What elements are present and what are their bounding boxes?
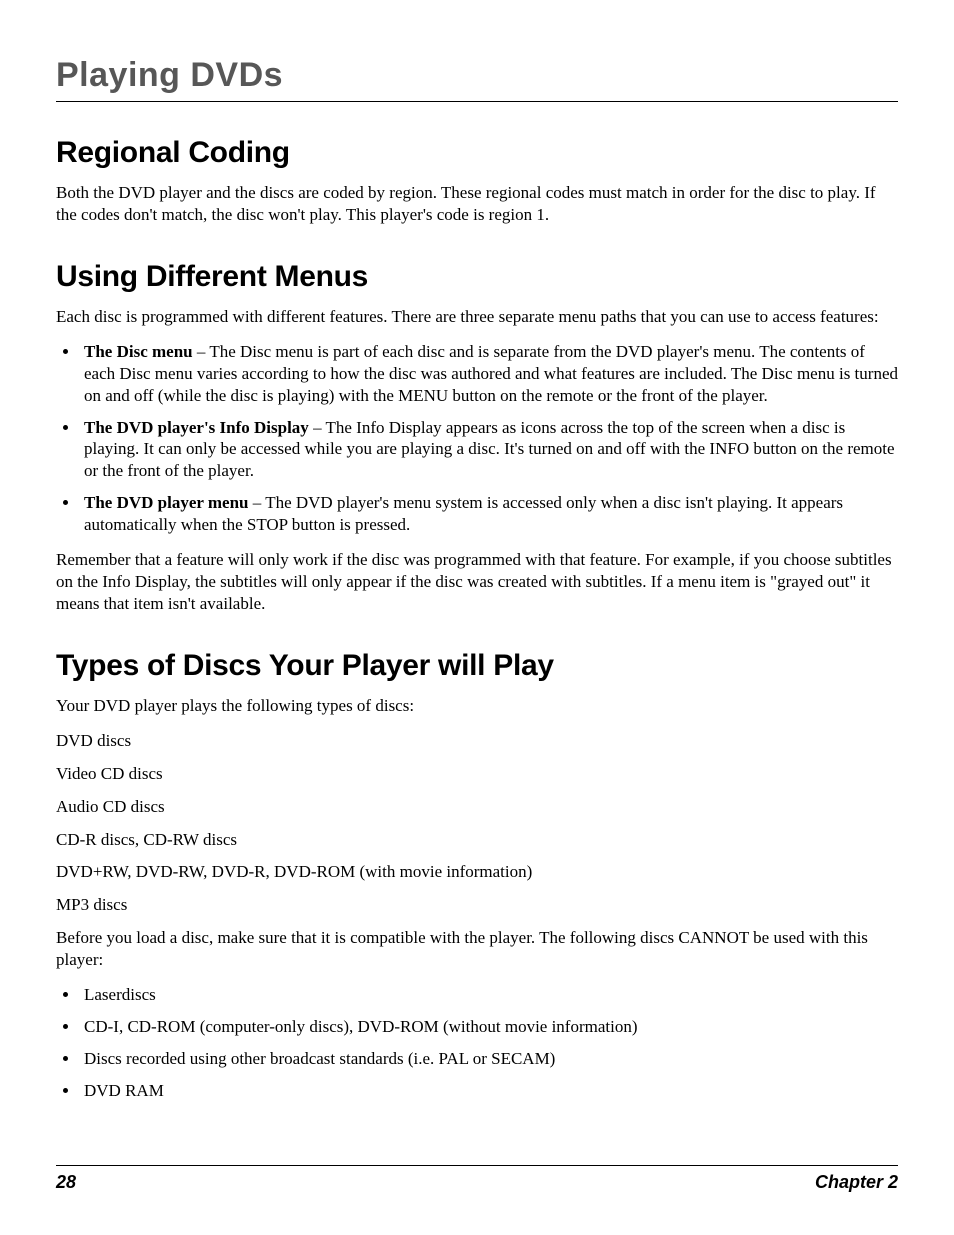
- section-heading-menus: Using Different Menus: [56, 260, 898, 294]
- section-heading-types: Types of Discs Your Player will Play: [56, 649, 898, 683]
- menus-item-lead: The Disc menu: [84, 342, 193, 361]
- menus-list: The Disc menu – The Disc menu is part of…: [56, 341, 898, 535]
- page: Playing DVDs Regional Coding Both the DV…: [0, 0, 954, 1235]
- page-number: 28: [56, 1172, 76, 1193]
- compatible-item: DVD discs: [56, 730, 898, 752]
- menus-item: The DVD player menu – The DVD player's m…: [80, 492, 898, 536]
- regional-body: Both the DVD player and the discs are co…: [56, 182, 898, 226]
- section-heading-regional: Regional Coding: [56, 136, 898, 170]
- menus-item-lead: The DVD player's Info Display: [84, 418, 309, 437]
- types-intro: Your DVD player plays the following type…: [56, 695, 898, 717]
- incompat-item: CD-I, CD-ROM (computer-only discs), DVD-…: [80, 1016, 898, 1038]
- chapter-label: Chapter 2: [815, 1172, 898, 1193]
- menus-item-rest: – The Disc menu is part of each disc and…: [84, 342, 898, 405]
- menus-item: The DVD player's Info Display – The Info…: [80, 417, 898, 482]
- menus-outro: Remember that a feature will only work i…: [56, 549, 898, 614]
- incompat-item: Discs recorded using other broadcast sta…: [80, 1048, 898, 1070]
- menus-item-lead: The DVD player menu: [84, 493, 249, 512]
- menus-intro: Each disc is programmed with different f…: [56, 306, 898, 328]
- incompat-intro: Before you load a disc, make sure that i…: [56, 927, 898, 971]
- compatible-item: Audio CD discs: [56, 796, 898, 818]
- compatible-item: Video CD discs: [56, 763, 898, 785]
- compatible-item: CD-R discs, CD-RW discs: [56, 829, 898, 851]
- compatible-item: MP3 discs: [56, 894, 898, 916]
- incompat-list: Laserdiscs CD-I, CD-ROM (computer-only d…: [56, 984, 898, 1101]
- compatible-item: DVD+RW, DVD-RW, DVD-R, DVD-ROM (with mov…: [56, 861, 898, 883]
- page-footer: 28 Chapter 2: [56, 1165, 898, 1193]
- incompat-item: Laserdiscs: [80, 984, 898, 1006]
- incompat-item: DVD RAM: [80, 1080, 898, 1102]
- chapter-title: Playing DVDs: [56, 56, 898, 102]
- menus-item: The Disc menu – The Disc menu is part of…: [80, 341, 898, 406]
